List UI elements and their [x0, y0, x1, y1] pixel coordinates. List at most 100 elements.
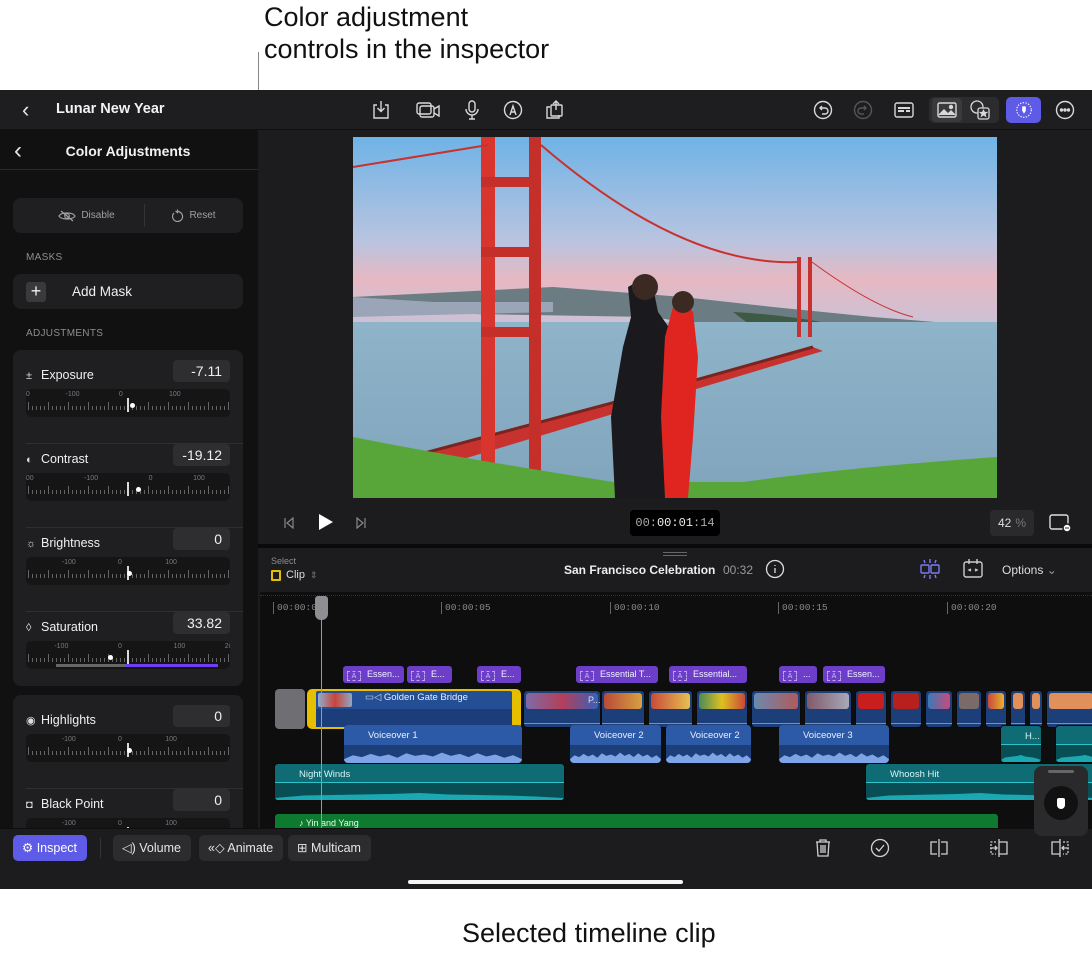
adjustment-slider[interactable]: -100 0 100 200	[26, 641, 230, 669]
snapping-icon[interactable]	[918, 557, 942, 581]
sfx-clip[interactable]: H...	[1000, 725, 1042, 763]
adjustment-value-field[interactable]: 0	[173, 789, 230, 811]
playhead-handle[interactable]	[315, 596, 328, 620]
voiceover-clip[interactable]: Voiceover 2	[570, 725, 661, 763]
slider-default-dot	[108, 655, 113, 660]
browser-star-icon[interactable]	[967, 98, 993, 122]
info-icon[interactable]	[765, 559, 785, 579]
trim-end-icon[interactable]	[1047, 835, 1073, 861]
sfx-clip-night-winds[interactable]: Night Winds	[274, 763, 565, 801]
more-icon[interactable]	[1052, 98, 1078, 122]
reset-button[interactable]: Reset	[136, 198, 251, 233]
video-clip[interactable]	[1046, 690, 1092, 728]
slider-tick-label: 0	[148, 475, 153, 482]
clip-trim-icon[interactable]	[961, 557, 985, 581]
adjustment-slider[interactable]: -100 0 100	[26, 734, 230, 762]
highlights-icon: ◉	[26, 715, 36, 727]
adjustment-value-field[interactable]: 0	[173, 528, 230, 550]
skip-back-icon[interactable]	[284, 517, 294, 529]
inspector-toggle-button[interactable]	[1006, 97, 1041, 123]
select-mode-picker[interactable]: Clip ⇕	[271, 569, 318, 581]
photo-icon[interactable]	[932, 98, 962, 122]
viewer-options-icon[interactable]	[1048, 513, 1072, 533]
trim-start-icon[interactable]	[986, 835, 1012, 861]
slider-default-dot	[127, 748, 132, 753]
video-clip[interactable]	[1029, 690, 1043, 728]
pencil-circle-icon[interactable]	[500, 98, 526, 122]
slider-tick-label: -100	[61, 559, 76, 566]
jog-wheel-panel[interactable]	[1034, 766, 1088, 836]
video-clip[interactable]	[804, 690, 852, 728]
ruler-track	[260, 592, 1092, 596]
jog-wheel-icon	[1044, 786, 1078, 820]
viewer-preview-image[interactable]	[353, 137, 997, 498]
slider-fill	[126, 664, 218, 667]
zoom-unit: %	[1015, 516, 1027, 530]
sfx-clip[interactable]	[1055, 725, 1092, 763]
home-indicator[interactable]	[408, 880, 683, 884]
adjustment-slider[interactable]: 00 -100 0 100	[26, 473, 230, 501]
title-clip[interactable]: A E...	[477, 666, 521, 683]
back-icon[interactable]: ‹	[22, 99, 38, 121]
clip-thumbnail	[604, 693, 642, 709]
disable-button[interactable]: Disable	[29, 198, 144, 233]
adjustment-value-field[interactable]: 0	[173, 705, 230, 727]
video-clip[interactable]	[925, 690, 953, 728]
microphone-icon[interactable]	[459, 98, 485, 122]
share-icon[interactable]	[541, 98, 567, 122]
gap-clip[interactable]	[275, 689, 305, 729]
resize-handle[interactable]	[663, 552, 687, 556]
video-clip[interactable]	[985, 690, 1007, 728]
trash-icon[interactable]	[810, 835, 836, 861]
volume-button[interactable]: ◁) Volume	[113, 835, 191, 861]
multicam-button[interactable]: ⊞ Multicam	[288, 835, 371, 861]
title-clip[interactable]: A Essen...	[823, 666, 885, 683]
adjustment-name: Exposure	[41, 368, 94, 382]
captions-icon[interactable]	[891, 98, 917, 122]
checkmark-circle-icon[interactable]	[867, 835, 893, 861]
skip-forward-icon[interactable]	[356, 517, 366, 529]
undo-icon[interactable]	[810, 98, 836, 122]
adjustment-slider[interactable]: 0 -100 0 100	[26, 389, 230, 417]
selected-clip-golden-gate-bridge[interactable]: ▭◁ Golden Gate Bridge	[307, 689, 521, 729]
play-icon[interactable]	[318, 513, 334, 531]
adjustment-value-field[interactable]: 33.82	[173, 612, 230, 634]
title-clip[interactable]: A...	[779, 666, 817, 683]
camera-icon[interactable]	[414, 98, 442, 122]
title-clip[interactable]: A Essential T...	[576, 666, 658, 683]
music-clip-yin-and-yang[interactable]: ♪ Yin and Yang	[275, 814, 998, 828]
video-clip[interactable]	[855, 690, 887, 728]
voiceover-clip[interactable]: Voiceover 3	[779, 725, 889, 763]
disable-reset-bar: Disable Reset	[13, 198, 243, 233]
video-clip[interactable]	[696, 690, 748, 728]
title-clip[interactable]: A E...	[407, 666, 452, 683]
adjustments-card-1: ± Exposure -7.11 0 -100 0 100 ◐ Contrast -1…	[13, 350, 243, 686]
voiceover-clip[interactable]: Voiceover 2	[666, 725, 751, 763]
redo-icon[interactable]	[850, 98, 876, 122]
video-clip[interactable]	[601, 690, 645, 728]
title-clip[interactable]: A Essen...	[343, 666, 404, 683]
adjustment-value-field[interactable]: -19.12	[173, 444, 230, 466]
add-mask-button[interactable]: + Add Mask	[13, 274, 243, 309]
video-clip[interactable]	[1010, 690, 1026, 728]
voiceover-clip[interactable]: Voiceover 1	[344, 725, 522, 763]
video-clip[interactable]	[890, 690, 922, 728]
video-clip[interactable]	[751, 690, 801, 728]
title-clip[interactable]: A Essential...	[669, 666, 747, 683]
timeline-area[interactable]: 00:00:00 00:00:05 00:00:10 00:00:15 00:0…	[260, 592, 1092, 828]
project-title: Lunar New Year	[56, 101, 165, 117]
video-clip[interactable]	[956, 690, 982, 728]
options-button[interactable]: Options ⌄	[1002, 563, 1057, 577]
split-clip-icon[interactable]	[926, 835, 952, 861]
slider-center-marker	[127, 482, 129, 496]
zoom-level-field[interactable]: 42%	[990, 510, 1034, 536]
animate-button[interactable]: «◇ Animate	[199, 835, 284, 861]
slider-tick-label: 0	[117, 559, 122, 566]
video-clip[interactable]: P...	[523, 690, 601, 728]
adjustment-slider[interactable]: -100 0 100	[26, 557, 230, 585]
import-icon[interactable]	[368, 98, 394, 122]
inspect-button[interactable]: ⚙ Inspect	[13, 835, 87, 861]
adjustment-value-field[interactable]: -7.11	[173, 360, 230, 382]
video-clip[interactable]	[648, 690, 693, 728]
zoom-value: 42	[997, 516, 1012, 530]
